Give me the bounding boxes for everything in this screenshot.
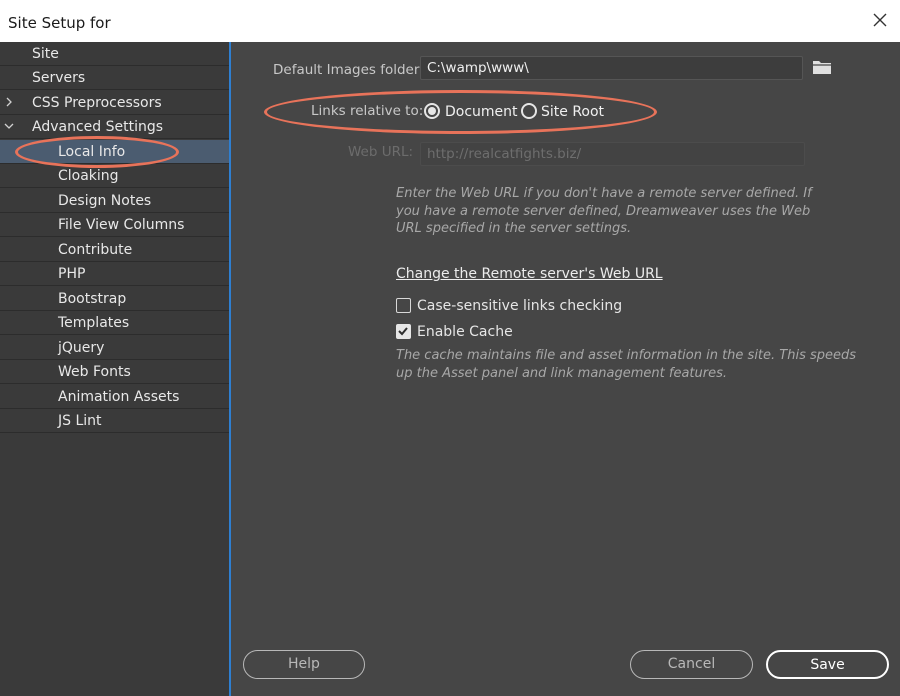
sidebar-item-templates[interactable]: Templates [0,311,229,335]
sidebar-item-site[interactable]: Site [0,42,229,66]
sidebar-item-label: Web Fonts [58,364,131,380]
sidebar-item-jquery[interactable]: jQuery [0,336,229,360]
change-remote-url-link[interactable]: Change the Remote server's Web URL [396,266,663,282]
sidebar-item-css-preprocessors[interactable]: CSS Preprocessors [0,91,229,115]
sidebar-item-js-lint[interactable]: JS Lint [0,409,229,433]
sidebar-item-contribute[interactable]: Contribute [0,238,229,262]
sidebar-item-animation-assets[interactable]: Animation Assets [0,385,229,409]
sidebar-item-servers[interactable]: Servers [0,66,229,90]
enable-cache-label[interactable]: Enable Cache [417,324,513,340]
sidebar-item-label: Bootstrap [58,291,127,307]
cache-hint: The cache maintains file and asset infor… [396,348,857,381]
web-url-input[interactable]: http://realcatfights.biz/ [420,142,805,166]
chevron-right-icon[interactable] [4,95,14,109]
case-sensitive-label[interactable]: Case-sensitive links checking [417,298,622,314]
enable-cache-checkbox[interactable] [396,324,411,339]
sidebar-item-file-view-columns[interactable]: File View Columns [0,213,229,237]
annotation-ellipse-local-info [15,136,179,168]
annotation-ellipse-links-relative [264,90,657,134]
sidebar-item-label: Servers [32,70,86,86]
checkmark-icon [398,327,408,336]
sidebar-item-label: CSS Preprocessors [32,95,162,111]
case-sensitive-checkbox[interactable] [396,298,411,313]
sidebar-item-design-notes[interactable]: Design Notes [0,189,229,213]
chevron-down-icon[interactable] [4,119,14,133]
web-url-label: Web URL: [348,144,414,160]
sidebar-item-label: PHP [58,266,86,282]
window-title: Site Setup for [8,14,111,32]
title-bar: Site Setup for [0,0,900,42]
images-folder-label: Default Images folder: [273,62,424,78]
sidebar-item-label: Advanced Settings [32,119,164,135]
sidebar-item-label: Site [32,46,59,62]
sidebar-item-web-fonts[interactable]: Web Fonts [0,360,229,384]
folder-icon[interactable] [812,59,832,75]
save-button[interactable]: Save [766,650,889,679]
sidebar-item-php[interactable]: PHP [0,262,229,286]
sidebar-item-label: File View Columns [58,217,185,233]
sidebar-item-bootstrap[interactable]: Bootstrap [0,287,229,311]
sidebar-item-label: Animation Assets [58,389,180,405]
web-url-hint: Enter the Web URL if you don't have a re… [396,186,812,236]
sidebar-item-label: jQuery [58,340,105,356]
close-icon[interactable] [872,12,888,28]
help-button[interactable]: Help [243,650,365,679]
images-folder-input[interactable]: C:\wamp\www\ [420,56,803,80]
sidebar-item-label: JS Lint [58,413,102,429]
cancel-button[interactable]: Cancel [630,650,753,679]
sidebar-item-label: Cloaking [58,168,119,184]
sidebar-item-label: Contribute [58,242,133,258]
sidebar-item-label: Templates [58,315,130,331]
local-info-panel: Default Images folder: C:\wamp\www\ Link… [231,42,900,696]
sidebar-item-label: Design Notes [58,193,152,209]
